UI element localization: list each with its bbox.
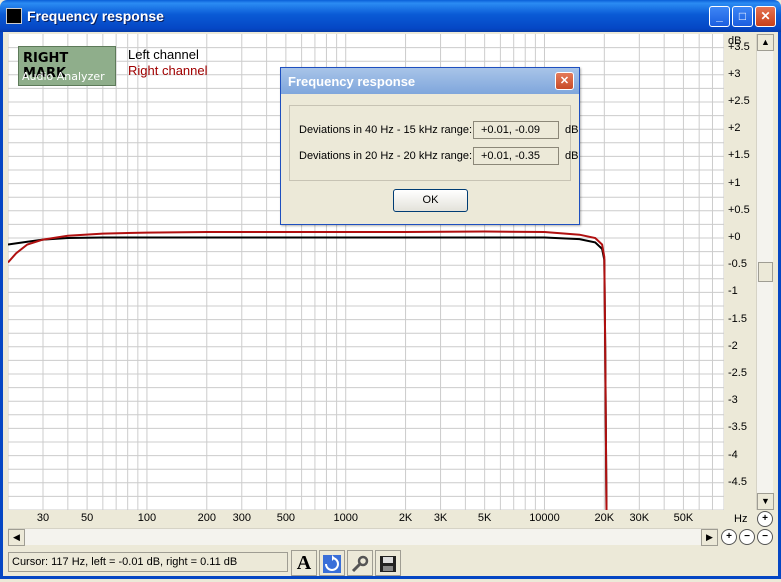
x-tick-label: 50K: [673, 512, 694, 524]
zoom-reset-icon[interactable]: −: [757, 529, 773, 545]
x-tick-label: 10000: [529, 512, 560, 524]
x-tick-label: 3K: [433, 512, 448, 524]
x-tick-label: 300: [232, 512, 251, 524]
dialog-group: Deviations in 40 Hz - 15 kHz range: +0.0…: [289, 105, 578, 181]
y-tick-label: +1.5: [728, 149, 750, 162]
y-tick-label: -2: [728, 339, 738, 352]
deviation-value-1: +0.01, -0.09: [473, 121, 559, 139]
app-icon: [6, 8, 22, 24]
scroll-down-button[interactable]: ▼: [757, 493, 774, 510]
y-tick-label: -1: [728, 285, 738, 298]
x-tick-label: 1000: [333, 512, 358, 524]
y-tick-label: -2.5: [728, 367, 747, 379]
x-unit-label: Hz: [734, 513, 748, 525]
scroll-up-button[interactable]: ▲: [757, 34, 774, 51]
font-button[interactable]: A: [291, 550, 317, 576]
x-axis-labels: Hz 30 50 100 200 300 500 1000 2K 3K 5K 10000 20K 30K…: [8, 510, 756, 528]
x-tick-label: 5K: [477, 512, 492, 524]
save-disk-icon: [380, 556, 396, 572]
dialog-title: Frequency response: [288, 74, 416, 89]
refresh-icon: [323, 555, 341, 573]
deviation-value-2: +0.01, -0.35: [473, 147, 559, 165]
ok-button[interactable]: OK: [393, 189, 468, 212]
y-tick-label: +1: [728, 176, 741, 189]
maximize-button[interactable]: □: [732, 6, 753, 27]
deviation-label-2: Deviations in 20 Hz - 20 kHz range:: [299, 150, 473, 162]
y-tick-label: -3.5: [728, 421, 747, 434]
cursor-readout: Cursor: 117 Hz, left = -0.01 dB, right =…: [8, 552, 288, 572]
deviation-unit-2: dB: [565, 150, 579, 162]
close-button[interactable]: ✕: [755, 6, 776, 27]
status-bar: Cursor: 117 Hz, left = -0.01 dB, right =…: [4, 548, 777, 576]
x-tick-label: 30: [36, 512, 50, 524]
x-tick-label: 500: [276, 512, 296, 524]
x-tick-label: 30K: [629, 512, 650, 524]
y-tick-label: +3.5: [728, 40, 750, 53]
y-tick-label: +3: [728, 67, 741, 80]
y-tick-label: -4.5: [728, 475, 747, 488]
scroll-right-button[interactable]: ▶: [701, 529, 718, 546]
x-tick-label: 2K: [398, 512, 413, 524]
minimize-button[interactable]: _: [709, 6, 730, 27]
x-tick-label: 50: [80, 512, 94, 524]
settings-wrench-icon: [351, 555, 369, 573]
vertical-scrollbar[interactable]: ▲ ▼: [756, 34, 774, 510]
x-tick-label: 200: [197, 512, 216, 524]
logo: RIGHT MARK Audio Analyzer: [18, 46, 116, 86]
y-tick-label: -3: [728, 394, 738, 407]
zoom-in-x-icon[interactable]: +: [757, 511, 773, 527]
save-button[interactable]: [375, 550, 401, 576]
y-axis-labels: dB +3.5 +3 +2.5 +2 +1.5 +1 +0.5 +0 -0.5 -1 -1.5 -2-…: [724, 34, 756, 510]
scroll-thumb[interactable]: [758, 262, 773, 282]
dialog-titlebar[interactable]: Frequency response ✕: [281, 68, 579, 94]
x-tick-label: 100: [137, 512, 157, 524]
font-icon: A: [296, 552, 312, 574]
scroll-left-button[interactable]: ◀: [8, 529, 25, 546]
zoom-out-icon[interactable]: −: [739, 529, 755, 545]
dialog-close-button[interactable]: ✕: [555, 72, 574, 90]
y-tick-label: +0: [728, 231, 741, 243]
y-tick-label: +0.5: [728, 203, 750, 216]
y-tick-label: +2.5: [728, 95, 750, 107]
zoom-in-icon[interactable]: +: [721, 529, 737, 545]
deviation-label-1: Deviations in 40 Hz - 15 kHz range:: [299, 124, 473, 136]
series-line-right-channel: [8, 230, 608, 510]
deviation-unit-1: dB: [565, 124, 579, 136]
horizontal-scrollbar[interactable]: ◀ ▶: [8, 528, 718, 546]
dialog-frequency-response: Frequency response ✕ Deviations in 40 Hz…: [280, 67, 580, 225]
y-tick-label: -1.5: [728, 312, 747, 325]
legend-right-channel: Right channel: [128, 63, 208, 78]
window-title: Frequency response: [27, 8, 164, 24]
logo-line2: Audio Analyzer: [22, 70, 105, 83]
legend-left-channel: Left channel: [128, 47, 199, 62]
titlebar[interactable]: Frequency response _ □ ✕: [0, 0, 781, 32]
y-tick-label: -0.5: [728, 258, 747, 271]
x-tick-label: 20K: [594, 512, 615, 524]
refresh-button[interactable]: [319, 550, 345, 576]
y-tick-label: -4: [728, 448, 738, 461]
y-tick-label: +2: [728, 122, 741, 135]
settings-button[interactable]: [347, 550, 373, 576]
